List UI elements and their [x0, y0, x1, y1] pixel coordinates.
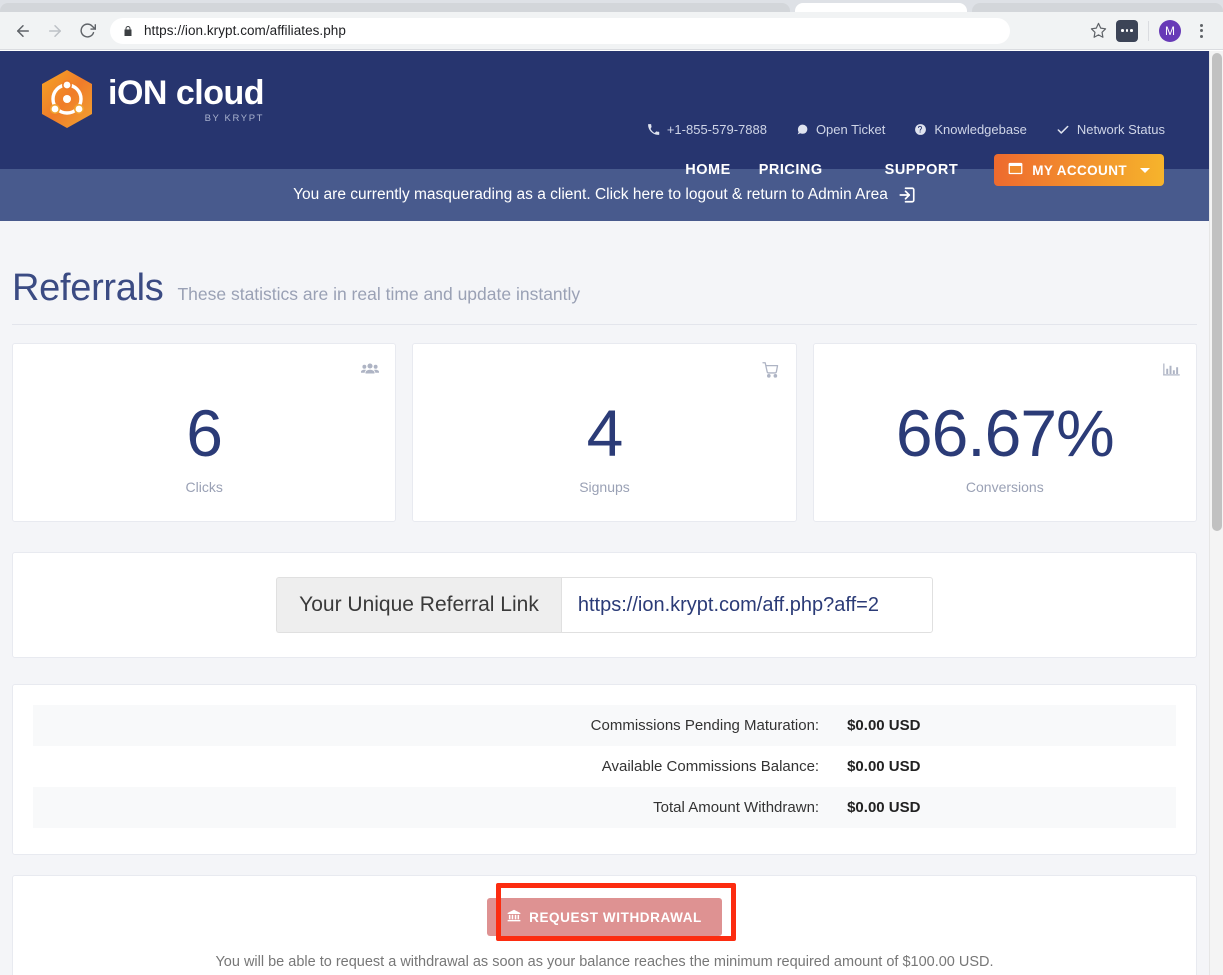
avatar[interactable]: M [1159, 19, 1181, 42]
bank-icon [507, 909, 521, 925]
stat-value-signups: 4 [586, 395, 624, 470]
referral-link-input-group: Your Unique Referral Link https://ion.kr… [276, 577, 933, 633]
commission-label: Commissions Pending Maturation: [590, 717, 820, 734]
main-nav: HOME PRICING SUPPORT MY ACCOUNT [671, 154, 1164, 186]
stats-row: 6 Clicks 4 Signups 66.67% Conversions [12, 343, 1197, 522]
back-arrow-icon [17, 24, 29, 37]
withdrawal-card: REQUEST WITHDRAWAL You will be able to r… [12, 875, 1197, 975]
nav-support[interactable]: SUPPORT [871, 162, 973, 178]
logo-subtitle: BY KRYPT [204, 112, 265, 124]
phone-icon [647, 123, 660, 136]
logo-text: iON cloud BY KRYPT [108, 73, 265, 124]
forward-arrow-icon [49, 24, 61, 37]
my-account-label: MY ACCOUNT [1032, 162, 1127, 178]
lock-icon [122, 25, 134, 37]
page-subtitle: These statistics are in real time and up… [177, 284, 581, 304]
extension-button[interactable] [1116, 19, 1138, 42]
utility-nav-knowledgebase-label: Knowledgebase [934, 122, 1027, 137]
masquerade-banner-text: You are currently masquerading as a clie… [293, 186, 888, 203]
stat-value-clicks: 6 [186, 395, 223, 470]
stat-value-conversions: 66.67% [895, 395, 1115, 470]
browser-tab-active[interactable] [795, 3, 967, 12]
commissions-card: Commissions Pending Maturation: $0.00 US… [12, 684, 1197, 855]
utility-nav: +1-855-579-7888 Open Ticket Knowledgebas… [647, 122, 1165, 137]
utility-nav-knowledgebase[interactable]: Knowledgebase [914, 122, 1027, 137]
commission-value: $0.00 USD [847, 717, 921, 734]
reload-icon [79, 23, 96, 38]
table-row: Total Amount Withdrawn: $0.00 USD [33, 787, 1176, 828]
page-header: Referrals These statistics are in real t… [12, 221, 1197, 325]
browser-menu-button[interactable] [1189, 23, 1213, 38]
utility-nav-network-status-label: Network Status [1076, 122, 1165, 137]
main-content: Referrals These statistics are in real t… [0, 221, 1209, 975]
commission-label: Available Commissions Balance: [601, 758, 820, 775]
page-title: Referrals [12, 267, 164, 309]
site-logo[interactable]: iON cloud BY KRYPT [40, 69, 265, 129]
tab-strip [0, 0, 1223, 12]
forward-button[interactable] [40, 16, 70, 46]
comment-icon [796, 123, 809, 136]
site-header: iON cloud BY KRYPT +1-855-579-7888 Open … [0, 51, 1209, 186]
commissions-table: Commissions Pending Maturation: $0.00 US… [33, 705, 1176, 828]
my-account-button[interactable]: MY ACCOUNT [994, 154, 1164, 186]
stat-label-signups: Signups [579, 479, 630, 495]
withdrawal-note: You will be able to request a withdrawal… [215, 954, 994, 970]
commission-label: Total Amount Withdrawn: [653, 799, 820, 816]
stat-card-signups: 4 Signups [412, 343, 797, 522]
reload-button[interactable] [72, 16, 102, 46]
ion-cloud-logo-icon [40, 69, 94, 129]
browser-tab[interactable] [972, 3, 1223, 12]
table-row: Available Commissions Balance: $0.00 USD [33, 746, 1176, 787]
toolbar-divider [1148, 20, 1149, 41]
browser-toolbar: https://ion.krypt.com/affiliates.php M [0, 12, 1223, 50]
kebab-menu-icon [1199, 23, 1203, 27]
url-text: https://ion.krypt.com/affiliates.php [144, 23, 346, 38]
table-row: Commissions Pending Maturation: $0.00 US… [33, 705, 1176, 746]
commission-value: $0.00 USD [847, 758, 921, 775]
commission-value: $0.00 USD [847, 799, 921, 816]
bar-chart-icon [1163, 362, 1180, 382]
stat-label-conversions: Conversions [965, 479, 1044, 495]
page-content: iON cloud BY KRYPT +1-855-579-7888 Open … [0, 51, 1209, 975]
referral-link-input[interactable]: https://ion.krypt.com/aff.php?aff=2 [560, 577, 933, 633]
page-scrollbar[interactable] [1209, 51, 1223, 975]
request-withdrawal-button[interactable]: REQUEST WITHDRAWAL [487, 898, 722, 936]
shopping-cart-icon [762, 362, 780, 383]
scrollbar-thumb[interactable] [1212, 53, 1222, 531]
utility-nav-open-ticket[interactable]: Open Ticket [796, 122, 885, 137]
check-icon [1056, 123, 1070, 137]
sign-out-icon [898, 186, 916, 204]
address-bar[interactable]: https://ion.krypt.com/affiliates.php [110, 17, 1010, 44]
question-circle-icon [914, 123, 927, 136]
star-icon [1090, 22, 1106, 38]
back-button[interactable] [8, 16, 38, 46]
browser-tab[interactable] [0, 3, 790, 12]
chevron-down-icon [1140, 167, 1150, 173]
request-withdrawal-label: REQUEST WITHDRAWAL [529, 909, 702, 925]
window-icon [1008, 162, 1023, 178]
utility-nav-phone-label: +1-855-579-7888 [666, 122, 767, 137]
stat-label-clicks: Clicks [185, 479, 223, 495]
nav-home[interactable]: HOME [671, 162, 745, 178]
users-icon [361, 362, 380, 381]
referral-link-card: Your Unique Referral Link https://ion.kr… [12, 552, 1197, 658]
utility-nav-phone[interactable]: +1-855-579-7888 [647, 122, 767, 137]
bookmark-button[interactable] [1084, 17, 1112, 45]
toolbar-actions: M [1084, 17, 1215, 45]
stat-card-conversions: 66.67% Conversions [812, 343, 1197, 522]
logo-title: iON cloud [108, 73, 265, 112]
utility-nav-open-ticket-label: Open Ticket [815, 122, 886, 137]
nav-pricing[interactable]: PRICING [745, 162, 837, 178]
utility-nav-network-status[interactable]: Network Status [1056, 122, 1165, 137]
browser-window: https://ion.krypt.com/affiliates.php M i… [0, 0, 1223, 975]
referral-link-label: Your Unique Referral Link [276, 577, 561, 633]
page-viewport: iON cloud BY KRYPT +1-855-579-7888 Open … [0, 51, 1223, 975]
extension-icon [1121, 29, 1124, 32]
stat-card-clicks: 6 Clicks [12, 343, 397, 522]
